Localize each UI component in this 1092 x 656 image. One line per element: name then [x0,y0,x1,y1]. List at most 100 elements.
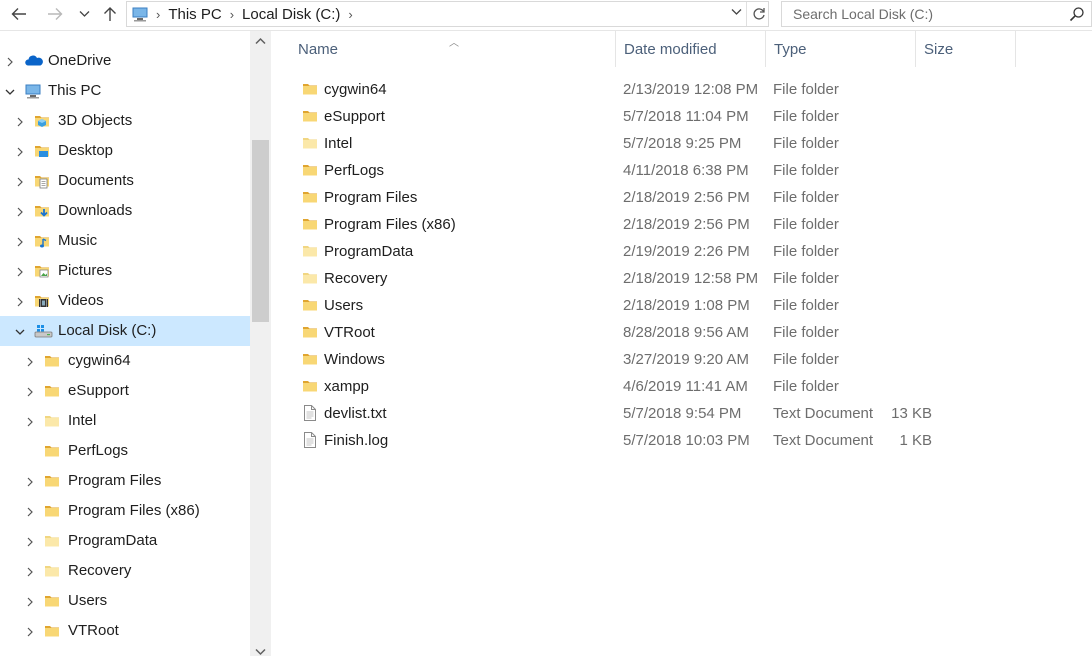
chevron-right-icon[interactable] [14,295,26,307]
column-date-modified[interactable]: Date modified [616,31,766,67]
chevron-right-icon[interactable] [14,145,26,157]
chevron-right-icon[interactable] [24,625,36,637]
nav-item-this-pc[interactable]: This PC [0,76,250,106]
text-file-icon [302,405,318,421]
column-type[interactable]: Type [766,31,916,67]
this-pc-icon [132,7,148,22]
nav-item-label: ProgramData [68,532,158,549]
file-type: File folder [773,243,839,260]
file-row[interactable]: Intel 5/7/2018 9:25 PM File folder [290,131,1016,158]
chevron-right-icon[interactable] [4,55,16,67]
chevron-right-icon[interactable] [14,175,26,187]
recent-locations-button[interactable] [76,2,92,26]
pictures-icon [34,263,52,279]
breadcrumb-separator[interactable]: › [225,7,239,22]
file-row[interactable]: Program Files 2/18/2019 2:56 PM File folde… [290,185,1016,212]
chevron-right-icon[interactable] [14,235,26,247]
nav-item-esupport[interactable]: eSupport [0,376,250,406]
file-row[interactable]: ProgramData 2/19/2019 2:26 PM File folder [290,239,1016,266]
nav-item-videos[interactable]: Videos [0,286,250,316]
file-row[interactable]: eSupport 5/7/2018 11:04 PM File folder [290,104,1016,131]
file-name: Intel [324,135,353,152]
chevron-right-icon[interactable] [24,385,36,397]
file-rows: cygwin64 2/13/2019 12:08 PM File folder eSu… [290,77,1016,455]
nav-item-music[interactable]: Music [0,226,250,256]
file-name: VTRoot [324,324,375,341]
scrollbar-thumb[interactable] [252,140,269,322]
breadcrumb-local-disk[interactable]: Local Disk (C:) [239,6,343,23]
file-name: PerfLogs [324,162,385,179]
file-row[interactable]: PerfLogs 4/11/2018 6:38 PM File folder [290,158,1016,185]
nav-item-documents[interactable]: Documents [0,166,250,196]
nav-item-cygwin64[interactable]: cygwin64 [0,346,250,376]
chevron-right-icon[interactable] [24,475,36,487]
column-name-label: Name [298,40,339,58]
nav-item-program-files[interactable]: Program Files [0,466,250,496]
file-row[interactable]: cygwin64 2/13/2019 12:08 PM File folder [290,77,1016,104]
nav-item-vtroot[interactable]: VTRoot [0,616,250,646]
nav-item-onedrive[interactable]: OneDrive [0,46,250,76]
chevron-right-icon[interactable] [14,205,26,217]
chevron-right-icon[interactable] [24,565,36,577]
nav-item-downloads[interactable]: Downloads [0,196,250,226]
nav-item-pictures[interactable]: Pictures [0,256,250,286]
folder-icon [302,162,318,178]
file-row[interactable]: xampp 4/6/2019 11:41 AM File folder [290,374,1016,401]
column-header: Name ︿ Date modified Type Size [290,31,1016,71]
column-size[interactable]: Size [916,31,1016,67]
file-row[interactable]: Finish.log 5/7/2018 10:03 PM Text Document… [290,428,1016,455]
file-type: File folder [773,297,839,314]
file-date-modified: 5/7/2018 9:25 PM [623,135,742,152]
chevron-down-icon[interactable] [4,85,16,97]
search-icon[interactable] [1069,6,1085,22]
chevron-right-icon[interactable] [24,415,36,427]
file-name: cygwin64 [324,81,387,98]
file-row[interactable]: Program Files (x86) 2/18/2019 2:56 PM File… [290,212,1016,239]
nav-item-users[interactable]: Users [0,586,250,616]
address-bar[interactable]: › This PC › Local Disk (C:) › [126,1,769,27]
chevron-right-icon[interactable] [24,595,36,607]
address-dropdown-button[interactable] [731,5,742,19]
refresh-button[interactable] [746,2,771,26]
nav-item-local-disk-c[interactable]: Local Disk (C:) [0,316,250,346]
nav-item-recovery[interactable]: Recovery [0,556,250,586]
file-type: File folder [773,135,839,152]
breadcrumb-separator[interactable]: › [343,7,357,22]
nav-item-programdata[interactable]: ProgramData [0,526,250,556]
up-button[interactable] [100,2,120,26]
forward-button[interactable] [44,2,66,26]
file-type: Text Document [773,432,874,449]
nav-item-desktop[interactable]: Desktop [0,136,250,166]
chevron-right-icon[interactable] [14,265,26,277]
chevron-right-icon[interactable] [24,505,36,517]
nav-item-3d-objects[interactable]: 3D Objects [0,106,250,136]
nav-item-program-files-x86[interactable]: Program Files (x86) [0,496,250,526]
file-row[interactable]: Users 2/18/2019 1:08 PM File folder [290,293,1016,320]
search-box[interactable] [781,1,1092,27]
breadcrumb-this-pc[interactable]: This PC [165,6,224,23]
search-input[interactable] [791,5,1055,23]
chevron-right-icon[interactable] [24,535,36,547]
chevron-right-icon[interactable] [24,355,36,367]
file-type: File folder [773,216,839,233]
scroll-up-icon[interactable] [255,37,266,45]
folder-icon [44,473,62,489]
nav-item-intel[interactable]: Intel [0,406,250,436]
back-button[interactable] [8,2,30,26]
folder-icon [44,593,62,609]
this-pc-icon [24,83,42,99]
breadcrumb-separator[interactable]: › [151,7,165,22]
chevron-down-icon[interactable] [14,325,26,337]
folder-icon [302,378,318,394]
music-icon [34,233,52,249]
file-row[interactable]: Recovery 2/18/2019 12:58 PM File folder [290,266,1016,293]
file-row[interactable]: VTRoot 8/28/2018 9:56 AM File folder [290,320,1016,347]
file-row[interactable]: devlist.txt 5/7/2018 9:54 PM Text Document… [290,401,1016,428]
scroll-down-icon[interactable] [255,648,266,656]
navigation-scrollbar[interactable] [250,31,271,656]
chevron-right-icon[interactable] [14,115,26,127]
folder-light-icon [44,533,62,549]
nav-item-perflogs[interactable]: PerfLogs [0,436,250,466]
file-row[interactable]: Windows 3/27/2019 9:20 AM File folder [290,347,1016,374]
nav-item-label: PerfLogs [68,442,129,459]
